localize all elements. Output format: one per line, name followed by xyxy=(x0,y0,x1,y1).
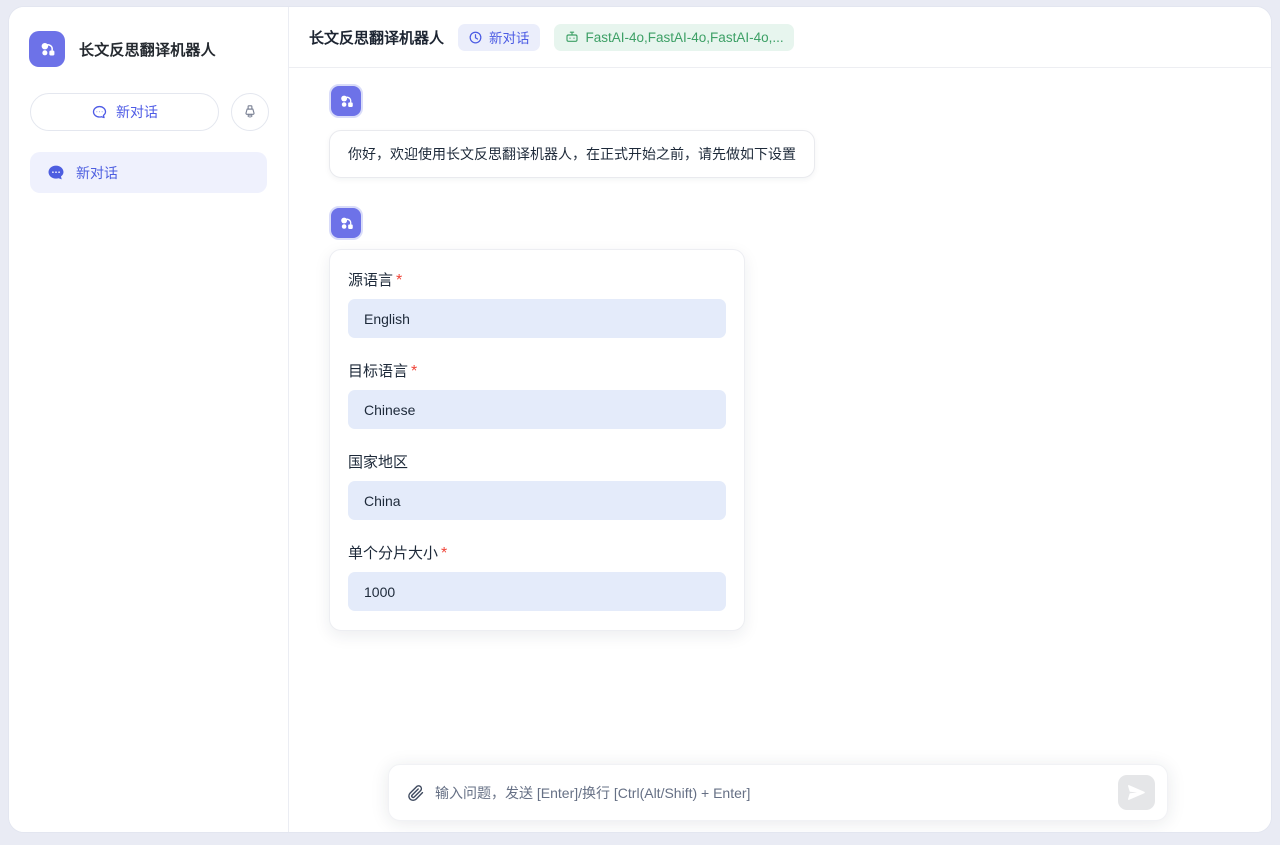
new-chat-button-label: 新对话 xyxy=(116,102,158,122)
workflow-icon xyxy=(37,39,58,60)
current-chat-badge: 新对话 xyxy=(458,24,540,51)
chat-history-item[interactable]: 新对话 xyxy=(30,152,267,193)
clock-icon xyxy=(468,30,483,45)
chat-body: 你好，欢迎使用长文反思翻译机器人，在正式开始之前，请先做如下设置 xyxy=(289,68,1271,832)
chat-history-item-label: 新对话 xyxy=(76,163,118,183)
source-language-label: 源语言 xyxy=(348,272,393,289)
robot-icon xyxy=(564,29,580,45)
chat-bubble-icon xyxy=(91,104,108,121)
target-language-input[interactable] xyxy=(348,390,726,429)
send-button[interactable] xyxy=(1118,775,1155,810)
app-logo xyxy=(29,31,65,67)
workflow-icon xyxy=(337,92,356,111)
main-header: 长文反思翻译机器人 新对话 xyxy=(289,7,1271,68)
bot-message-group: 源语言* 目标语言* 国家地区 单个分片大小* xyxy=(329,206,1231,631)
current-chat-badge-label: 新对话 xyxy=(489,27,530,47)
attach-file-button[interactable] xyxy=(406,783,425,802)
form-group-source-language: 源语言* xyxy=(348,269,726,338)
broom-icon xyxy=(241,103,259,121)
page-title: 长文反思翻译机器人 xyxy=(309,27,444,48)
chunk-size-input[interactable] xyxy=(348,572,726,611)
workflow-icon xyxy=(337,214,356,233)
target-language-label: 目标语言 xyxy=(348,363,408,380)
required-star: * xyxy=(396,272,402,289)
model-badge-label: FastAI-4o,FastAI-4o,FastAI-4o,... xyxy=(586,30,784,45)
bot-avatar xyxy=(329,206,363,240)
message-composer xyxy=(388,764,1168,821)
chat-bubble-filled-icon xyxy=(46,163,66,183)
clear-history-button[interactable] xyxy=(231,93,269,131)
main-panel: 长文反思翻译机器人 新对话 xyxy=(289,7,1271,832)
form-group-target-language: 目标语言* xyxy=(348,360,726,429)
message-input[interactable] xyxy=(435,785,1118,801)
sidebar-header: 长文反思翻译机器人 xyxy=(9,7,288,67)
sidebar: 长文反思翻译机器人 新对话 xyxy=(9,7,289,832)
welcome-message-bubble: 你好，欢迎使用长文反思翻译机器人，在正式开始之前，请先做如下设置 xyxy=(329,130,815,178)
settings-form-card: 源语言* 目标语言* 国家地区 单个分片大小* xyxy=(329,249,745,631)
required-star: * xyxy=(411,363,417,380)
new-chat-button[interactable]: 新对话 xyxy=(30,93,219,131)
paperclip-icon xyxy=(406,783,425,802)
model-badge: FastAI-4o,FastAI-4o,FastAI-4o,... xyxy=(554,24,794,51)
sidebar-actions: 新对话 xyxy=(9,67,288,131)
country-region-input[interactable] xyxy=(348,481,726,520)
chat-history-list: 新对话 xyxy=(9,131,288,193)
required-star: * xyxy=(441,545,447,562)
send-icon xyxy=(1126,782,1147,803)
form-group-country-region: 国家地区 xyxy=(348,451,726,520)
form-group-chunk-size: 单个分片大小* xyxy=(348,542,726,611)
country-region-label: 国家地区 xyxy=(348,454,408,471)
app-window: 长文反思翻译机器人 新对话 xyxy=(8,6,1272,833)
app-title: 长文反思翻译机器人 xyxy=(79,39,216,60)
chunk-size-label: 单个分片大小 xyxy=(348,545,438,562)
bot-message-group: 你好，欢迎使用长文反思翻译机器人，在正式开始之前，请先做如下设置 xyxy=(329,84,1231,178)
bot-avatar xyxy=(329,84,363,118)
source-language-input[interactable] xyxy=(348,299,726,338)
